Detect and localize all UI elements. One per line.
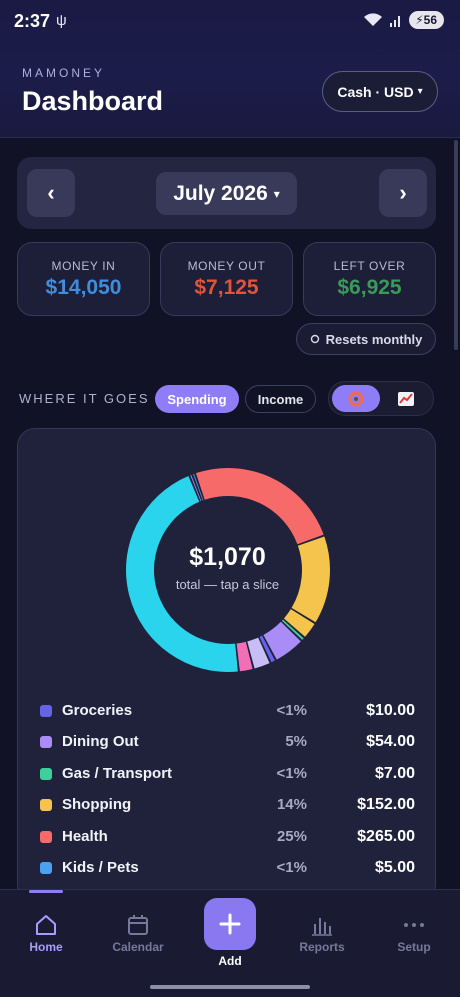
legend-label: Groceries <box>62 702 133 719</box>
signal-icon <box>390 16 401 27</box>
section-title: WHERE IT GOES <box>19 391 150 406</box>
refresh-icon <box>310 334 319 344</box>
system-home-bar[interactable] <box>150 985 310 989</box>
nav-calendar-label: Calendar <box>112 940 164 954</box>
next-month-button[interactable]: › <box>379 169 427 217</box>
battery-indicator: ⚡56 <box>409 11 444 29</box>
resets-monthly-chip[interactable]: Resets monthly <box>296 323 436 355</box>
money-out-value: $7,125 <box>194 276 259 299</box>
plus-icon <box>219 913 241 935</box>
trend-view-button[interactable] <box>382 385 430 412</box>
legend-swatch <box>40 736 52 748</box>
legend-item[interactable]: Groceries <1% $10.00 <box>38 700 417 722</box>
legend-percent: <1% <box>276 702 307 719</box>
legend-label: Dining Out <box>62 733 139 750</box>
month-label: July 2026 <box>173 181 268 205</box>
bottom-navigation: Home Calendar Add Reports Setup <box>0 889 460 997</box>
chevron-down-icon: ▾ <box>273 186 280 201</box>
calendar-icon <box>128 915 148 935</box>
nav-setup-label: Setup <box>397 940 431 954</box>
money-in-card: MONEY IN $14,050 <box>17 242 150 316</box>
legend-item[interactable]: Kids / Pets <1% $5.00 <box>38 857 417 879</box>
tab-income[interactable]: Income <box>245 385 316 413</box>
legend-amount: $7.00 <box>374 765 415 782</box>
nav-calendar[interactable]: Calendar <box>98 914 178 954</box>
status-bar: 2:37 ψ ⚡56 <box>0 0 460 44</box>
nav-setup[interactable]: Setup <box>374 914 454 954</box>
total-caption: total — tap a slice <box>175 577 280 592</box>
left-over-card: LEFT OVER $6,925 <box>303 242 436 316</box>
usb-icon: ψ <box>56 12 67 29</box>
scrollbar[interactable] <box>454 140 458 350</box>
legend-label: Gas / Transport <box>62 765 173 782</box>
left-over-label: LEFT OVER <box>333 259 406 273</box>
tab-spending[interactable]: Spending <box>155 385 239 413</box>
status-icons: ⚡56 <box>363 11 444 29</box>
legend-percent: <1% <box>276 859 307 876</box>
app-header: 2:37 ψ ⚡56 MAMONEY Dashboard Cash · USD … <box>0 0 460 138</box>
money-out-card: MONEY OUT $7,125 <box>160 242 293 316</box>
nav-reports-label: Reports <box>299 940 345 954</box>
legend-label: Shopping <box>62 796 132 813</box>
legend-swatch <box>40 799 52 811</box>
legend-swatch <box>40 831 52 843</box>
home-icon <box>36 915 56 935</box>
money-in-value: $14,050 <box>45 276 122 299</box>
legend-item[interactable]: Dining Out 5% $54.00 <box>38 731 417 753</box>
legend-amount: $5.00 <box>374 859 415 876</box>
legend-amount: $10.00 <box>366 702 415 719</box>
legend-percent: 5% <box>285 733 307 750</box>
account-selector-button[interactable]: Cash · USD ▾ <box>322 71 438 112</box>
legend-amount: $54.00 <box>366 733 415 750</box>
previous-month-button[interactable]: ‹ <box>27 169 75 217</box>
battery-level: 56 <box>423 13 437 27</box>
money-out-label: MONEY OUT <box>187 259 266 273</box>
add-transaction-button[interactable] <box>204 898 256 950</box>
month-navigator: ‹ July 2026 ▾ › <box>17 157 436 229</box>
active-tab-indicator <box>29 890 63 893</box>
legend-label: Kids / Pets <box>62 859 139 876</box>
legend-item[interactable]: Health 25% $265.00 <box>38 826 417 848</box>
nav-reports[interactable]: Reports <box>282 914 362 954</box>
line-chart-icon <box>398 391 414 406</box>
donut-view-button[interactable] <box>332 385 380 412</box>
page-title: Dashboard <box>22 86 164 116</box>
money-in-label: MONEY IN <box>51 259 116 273</box>
legend-amount: $152.00 <box>357 796 415 813</box>
legend-amount: $265.00 <box>357 828 415 845</box>
spending-chart-card: $1,070 total — tap a slice Groceries <1%… <box>17 428 436 903</box>
chart-view-toggle <box>328 381 434 416</box>
legend-label: Health <box>62 828 108 845</box>
nav-home[interactable]: Home <box>6 914 86 954</box>
total-value: $1,070 <box>189 543 266 571</box>
donut-slice-other-teal[interactable] <box>125 476 238 672</box>
legend-percent: 14% <box>276 796 307 813</box>
status-time: 2:37 <box>14 11 51 31</box>
resets-monthly-label: Resets monthly <box>325 331 423 347</box>
wifi-icon <box>364 13 383 26</box>
app-name: MAMONEY <box>22 66 106 80</box>
donut-chart-icon <box>348 391 364 406</box>
account-selector-label: Cash · USD <box>337 83 414 100</box>
chevron-right-icon: › <box>399 180 407 205</box>
left-over-value: $6,925 <box>337 276 402 299</box>
legend-percent: 25% <box>276 828 307 845</box>
bar-chart-icon <box>312 918 332 936</box>
legend-swatch <box>40 862 52 874</box>
month-selector[interactable]: July 2026 ▾ <box>156 172 297 215</box>
chevron-left-icon: ‹ <box>47 180 55 205</box>
more-icon <box>404 923 424 927</box>
add-label: Add <box>218 954 242 968</box>
nav-home-label: Home <box>29 940 63 954</box>
chevron-down-icon: ▾ <box>417 86 423 97</box>
legend-item[interactable]: Shopping 14% $152.00 <box>38 794 417 816</box>
donut-slice-health[interactable] <box>195 468 324 545</box>
legend-swatch <box>40 768 52 780</box>
legend-item[interactable]: Gas / Transport <1% $7.00 <box>38 763 417 785</box>
legend-swatch <box>40 705 52 717</box>
legend-percent: <1% <box>276 765 307 782</box>
